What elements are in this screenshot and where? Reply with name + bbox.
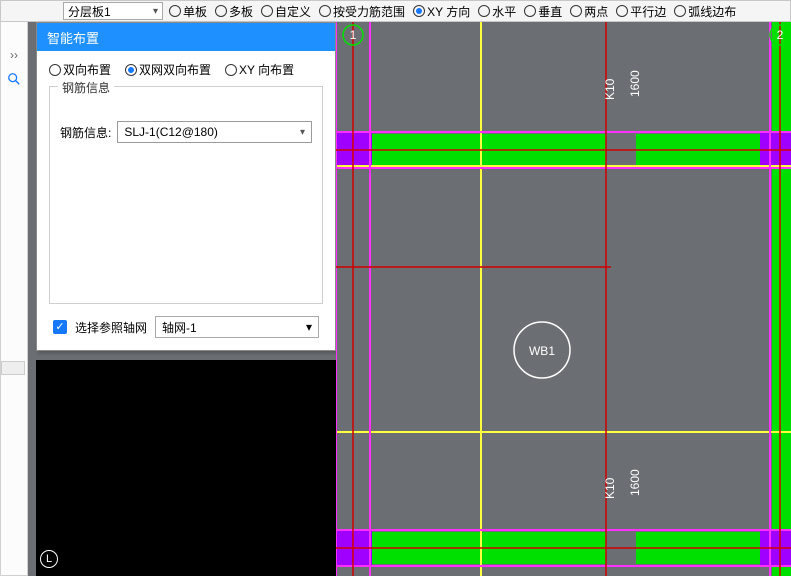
search-icon[interactable] [7, 72, 21, 86]
rebar-info-input[interactable]: SLJ-1(C12@180) ▾ [117, 121, 312, 143]
collapse-handle[interactable] [1, 361, 25, 375]
dim-1600-b: 1600 [628, 469, 642, 496]
chevron-down-icon: ▾ [153, 6, 158, 17]
left-sidebar: ›› [0, 22, 28, 576]
grid-marker-1: 1 [350, 28, 357, 42]
fieldset-legend: 钢筋信息 [58, 79, 114, 96]
rebar-info-label: 钢筋信息: [60, 124, 111, 141]
radio-arc[interactable]: 弧线边布 [674, 3, 736, 20]
layer-select-value: 分层板1 [68, 3, 111, 20]
radio-horiz[interactable]: 水平 [478, 3, 516, 20]
radio-custom[interactable]: 自定义 [261, 3, 311, 20]
axis-checkbox[interactable]: ✓ [53, 320, 67, 334]
grid-marker-2: 2 [777, 28, 784, 42]
dialog-title[interactable]: 智能布置 [37, 23, 335, 51]
placement-direction-radios: 双向布置 双网双向布置 XY 向布置 [49, 61, 323, 78]
preview-panel [36, 360, 336, 576]
radio-force[interactable]: 按受力筋范围 [319, 3, 405, 20]
expand-icon[interactable]: ›› [7, 48, 21, 62]
smart-placement-dialog: 智能布置 双向布置 双网双向布置 XY 向布置 钢筋信息 钢筋信息: SLJ-1… [36, 22, 336, 351]
axis-checkbox-label: 选择参照轴网 [75, 319, 147, 336]
slab-label: WB1 [529, 344, 555, 358]
dim-k10-a: K10 [603, 78, 617, 100]
rebar-info-fieldset: 钢筋信息 钢筋信息: SLJ-1(C12@180) ▾ [49, 86, 323, 304]
axis-dropdown[interactable]: 轴网-1 ▾ [155, 316, 319, 338]
drawing-svg: 1 2 WB1 1600 K10 1600 K10 [336, 22, 791, 576]
radio-xy[interactable]: XY 方向 [413, 3, 470, 20]
radio-parallel[interactable]: 平行边 [616, 3, 666, 20]
radio-double-bi[interactable]: 双网双向布置 [125, 61, 211, 78]
drawing-canvas[interactable]: 1 2 WB1 1600 K10 1600 K10 [336, 22, 791, 576]
layer-select[interactable]: 分层板1 ▾ [63, 2, 163, 20]
dim-1600-a: 1600 [628, 70, 642, 97]
rebar-info-value: SLJ-1(C12@180) [124, 125, 218, 139]
top-toolbar: 分层板1 ▾ 单板 多板 自定义 按受力筋范围 XY 方向 水平 垂直 两点 平… [0, 0, 791, 22]
dim-k10-b: K10 [603, 477, 617, 499]
radio-vert[interactable]: 垂直 [524, 3, 562, 20]
radio-two-point[interactable]: 两点 [570, 3, 608, 20]
grid-marker-L: L [40, 550, 58, 568]
radio-multi[interactable]: 多板 [215, 3, 253, 20]
placement-mode-radios: 单板 多板 自定义 按受力筋范围 XY 方向 水平 垂直 两点 平行边 弧线边布 [169, 3, 742, 20]
radio-xy-dir[interactable]: XY 向布置 [225, 61, 294, 78]
radio-single[interactable]: 单板 [169, 3, 207, 20]
chevron-down-icon: ▾ [300, 127, 305, 138]
axis-dropdown-value: 轴网-1 [162, 319, 197, 336]
radio-bi[interactable]: 双向布置 [49, 61, 111, 78]
chevron-down-icon: ▾ [306, 320, 312, 334]
